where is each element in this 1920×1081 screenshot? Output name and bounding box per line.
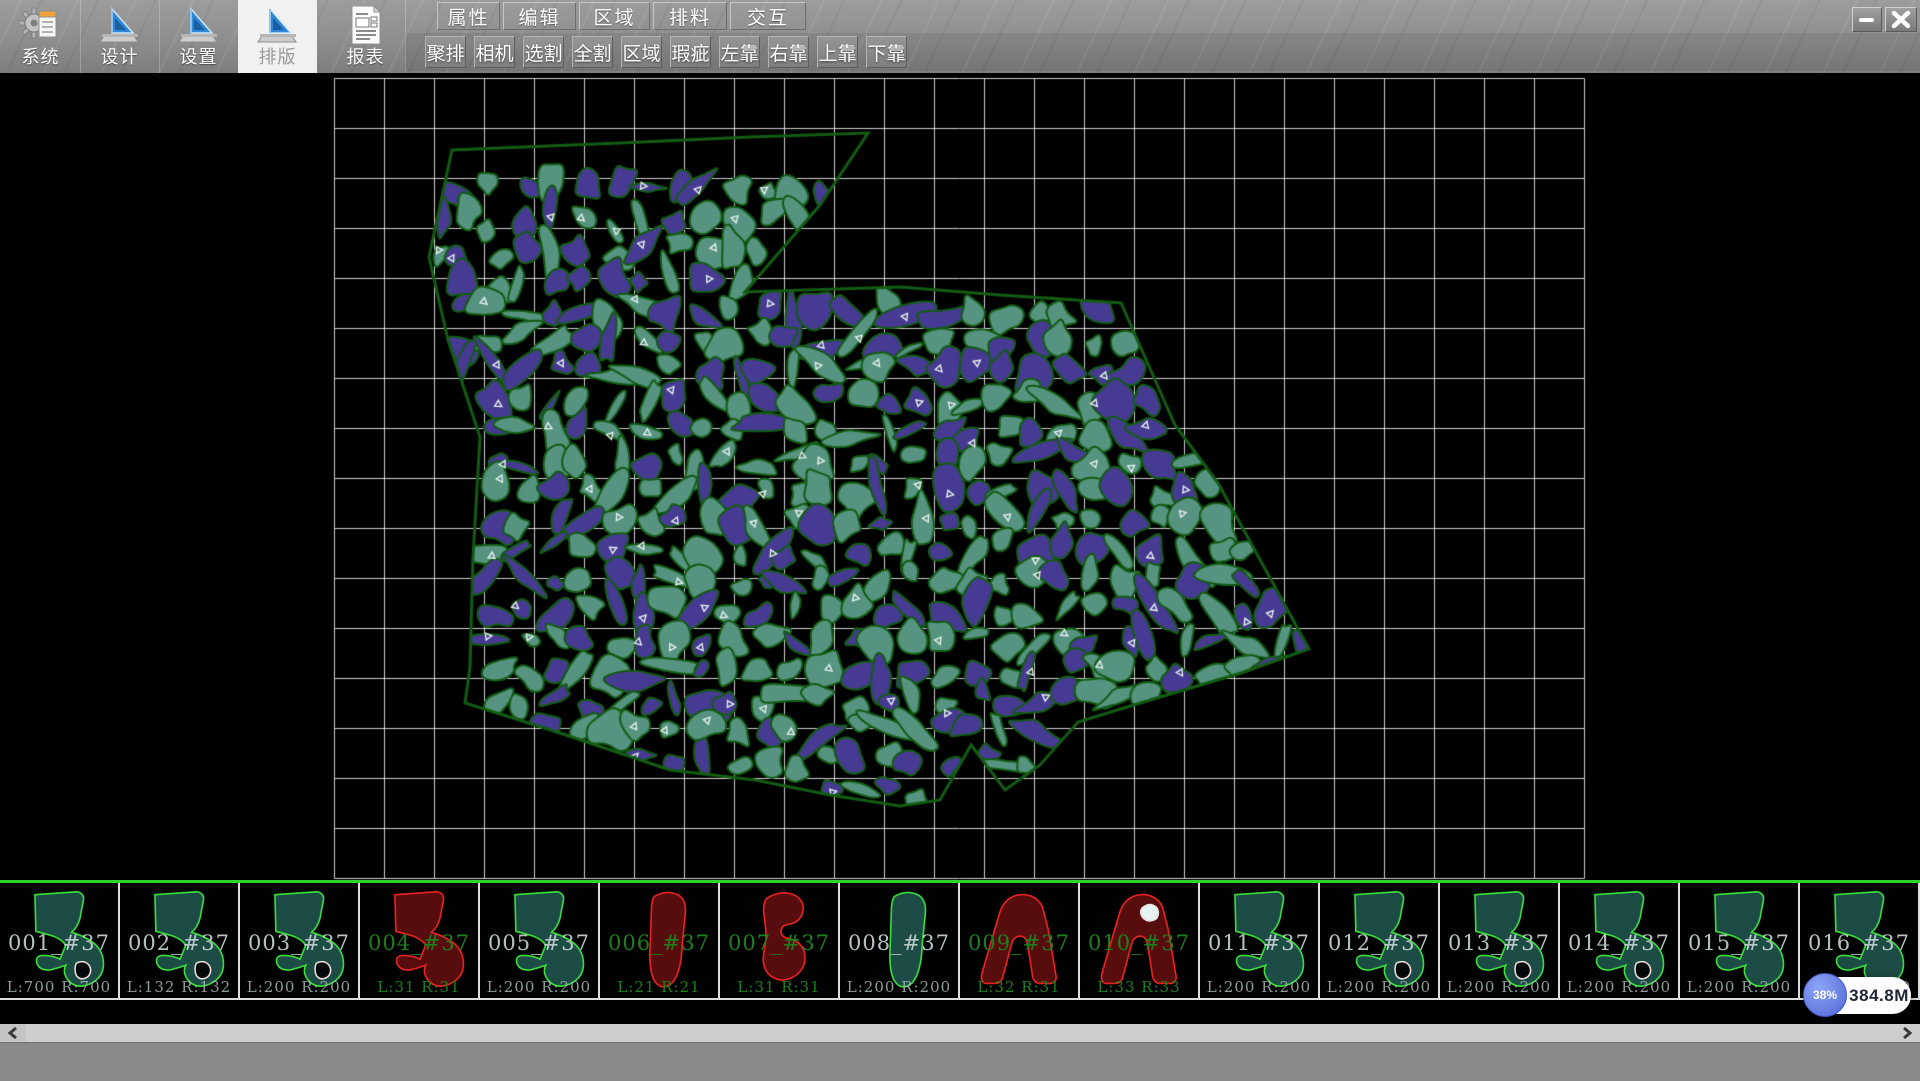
ruler-icon <box>98 3 142 47</box>
film-item-012_#37[interactable]: 012_#37L:200 R:200 <box>1320 883 1440 1000</box>
film-item-005_#37[interactable]: 005_#37L:200 R:200 <box>480 883 600 1000</box>
app-button-label: 设置 <box>159 43 238 69</box>
app-button-label: 设计 <box>80 43 159 69</box>
film-item-009_#37[interactable]: 009_#37L:32 R:31 <box>960 883 1080 1000</box>
menu-region[interactable]: 区域 <box>579 2 650 30</box>
piece-thumbnail <box>1444 885 1556 995</box>
main-viewport <box>0 73 1920 880</box>
menu-interact[interactable]: 交互 <box>730 2 806 30</box>
close-icon <box>1890 11 1912 29</box>
chevron-left-icon <box>7 1026 19 1040</box>
piece-thumbnail <box>1084 885 1196 995</box>
piece-thumbnail <box>1564 885 1676 995</box>
toolbtn-align-top[interactable]: 上靠 <box>817 36 858 68</box>
menu-edit[interactable]: 编辑 <box>503 2 576 30</box>
piece-thumbnail <box>604 885 716 995</box>
piece-thumbnail <box>964 885 1076 995</box>
piece-thumbnail <box>4 885 116 995</box>
film-item-002_#37[interactable]: 002_#37L:132 R:132 <box>120 883 240 1000</box>
report-icon <box>344 3 388 47</box>
film-item-010_#37[interactable]: 010_#37L:33 R:33 <box>1080 883 1200 1000</box>
piece-thumbnail <box>124 885 236 995</box>
piece-thumbnail <box>724 885 836 995</box>
minimize-button[interactable] <box>1852 7 1882 32</box>
app-button-label: 排版 <box>238 43 317 69</box>
app-button-label: 系统 <box>1 43 80 69</box>
piece-thumbnail <box>244 885 356 995</box>
film-strip: 001_#37L:700 R:700002_#37L:132 R:132003_… <box>0 883 1920 1000</box>
piece-thumbnail <box>1684 885 1796 995</box>
film-item-006_#37[interactable]: 006_#37L:21 R:21 <box>600 883 720 1000</box>
film-item-007_#37[interactable]: 007_#37L:31 R:31 <box>720 883 840 1000</box>
app-button-report[interactable]: 报表 <box>326 0 406 73</box>
toolbtn-align-left[interactable]: 左靠 <box>719 36 760 68</box>
titlebar: 系统设计设置排版报表 属性编辑区域排料交互 聚排相机选割全割区域瑕疵左靠右靠上靠… <box>0 0 1920 73</box>
film-item-008_#37[interactable]: 008_#37L:200 R:200 <box>840 883 960 1000</box>
app-button-design[interactable]: 设计 <box>80 0 160 73</box>
toolbtn-area[interactable]: 区域 <box>621 36 662 68</box>
app-button-label: 报表 <box>326 43 405 69</box>
footer-bar <box>0 1042 1920 1081</box>
status-pill[interactable]: 38% 384.8M <box>1807 977 1911 1014</box>
film-item-013_#37[interactable]: 013_#37L:200 R:200 <box>1440 883 1560 1000</box>
ruler-icon <box>256 3 300 47</box>
close-button[interactable] <box>1885 7 1917 32</box>
toolbtn-align-right[interactable]: 右靠 <box>768 36 809 68</box>
film-item-004_#37[interactable]: 004_#37L:31 R:31 <box>360 883 480 1000</box>
film-item-003_#37[interactable]: 003_#37L:200 R:200 <box>240 883 360 1000</box>
piece-thumbnail <box>1204 885 1316 995</box>
menu-row2: 聚排相机选割全割区域瑕疵左靠右靠上靠下靠 <box>425 36 907 68</box>
app-button-settings[interactable]: 设置 <box>159 0 239 73</box>
toolbtn-cut-selected[interactable]: 选割 <box>523 36 564 68</box>
progress-circle: 38% <box>1803 973 1847 1017</box>
toolbtn-defect[interactable]: 瑕疵 <box>670 36 711 68</box>
film-item-011_#37[interactable]: 011_#37L:200 R:200 <box>1200 883 1320 1000</box>
piece-thumbnail <box>484 885 596 995</box>
scroll-left-button[interactable] <box>0 1024 26 1042</box>
app-button-layout[interactable]: 排版 <box>238 0 317 73</box>
toolbtn-camera[interactable]: 相机 <box>474 36 515 68</box>
horizontal-scrollbar[interactable] <box>0 1024 1920 1042</box>
minimize-icon <box>1857 13 1877 27</box>
film-item-015_#37[interactable]: 015_#37L:200 R:200 <box>1680 883 1800 1000</box>
menu-nesting[interactable]: 排料 <box>653 2 727 30</box>
film-item-001_#37[interactable]: 001_#37L:700 R:700 <box>0 883 120 1000</box>
toolbtn-align-bottom[interactable]: 下靠 <box>866 36 907 68</box>
progress-percent: 38% <box>1813 988 1837 1002</box>
app-button-system[interactable]: 系统 <box>1 0 81 73</box>
menu-properties[interactable]: 属性 <box>437 2 500 30</box>
scroll-right-button[interactable] <box>1894 1024 1920 1042</box>
menu-row1: 属性编辑区域排料交互 <box>437 2 806 30</box>
ruler-icon <box>177 3 221 47</box>
toolbtn-cut-all[interactable]: 全割 <box>572 36 613 68</box>
piece-thumbnail <box>364 885 476 995</box>
nesting-canvas[interactable] <box>0 73 1920 880</box>
toolbtn-cluster-nest[interactable]: 聚排 <box>425 36 466 68</box>
chevron-right-icon <box>1901 1026 1913 1040</box>
film-item-014_#37[interactable]: 014_#37L:200 R:200 <box>1560 883 1680 1000</box>
piece-thumbnail <box>844 885 956 995</box>
memory-value: 384.8M <box>1853 977 1905 1014</box>
piece-thumbnail <box>1324 885 1436 995</box>
gear-icon <box>19 3 63 47</box>
